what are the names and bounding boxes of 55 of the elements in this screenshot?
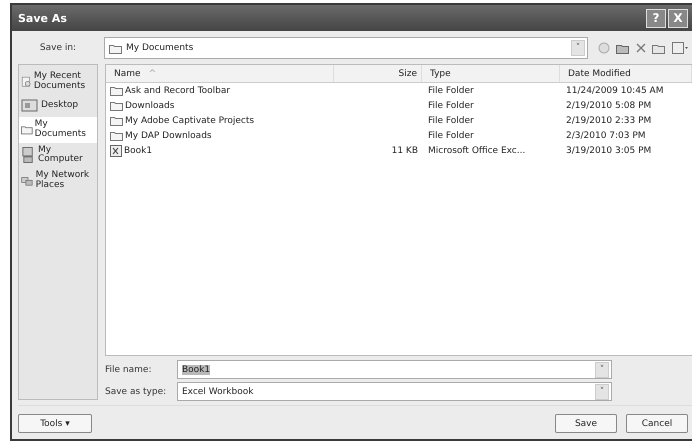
folder-icon (109, 42, 122, 54)
date-cell-text: 2/19/2010 2:33 PM (565, 116, 652, 126)
file-name-label: File name: (105, 364, 152, 374)
column-header[interactable]: Date Modified (560, 65, 692, 82)
folder-icon (21, 124, 33, 136)
views-icon[interactable] (672, 42, 688, 54)
help-button[interactable]: ? (646, 8, 666, 28)
places-item[interactable]: Desktop (19, 94, 97, 117)
size-cell-text: 11 KB (390, 146, 419, 156)
file-name-cell[interactable]: Downloads (106, 100, 334, 111)
places-item[interactable]: My Recent Documents (19, 69, 97, 95)
delete-icon[interactable] (636, 43, 646, 53)
save-as-type-label: Save as type: (105, 386, 168, 396)
file-name-cell[interactable]: My Adobe Captivate Projects (106, 115, 334, 126)
file-name-cell[interactable]: My DAP Downloads (106, 130, 334, 141)
folder-icon (110, 100, 123, 111)
type-cell-text: File Folder (427, 100, 475, 110)
places-item[interactable]: My Network Places (19, 168, 97, 194)
type-cell-text: File Folder (427, 130, 475, 140)
type-cell-text: File Folder (427, 116, 475, 126)
folder-icon (110, 130, 123, 141)
window-title: Save As (18, 12, 68, 24)
save-in-dropdown[interactable]: My Documents ˅ (104, 37, 588, 59)
dropdown-button[interactable]: ˅ (595, 384, 609, 400)
folder-icon (110, 115, 123, 126)
close-button[interactable]: X (668, 8, 688, 28)
cancel-button[interactable]: Cancel (626, 414, 688, 433)
file-name-cell[interactable]: Book1 (106, 144, 334, 156)
save-button[interactable]: Save (555, 414, 617, 433)
save-in-value: My Documents (126, 43, 194, 53)
file-name-cell[interactable]: Ask and Record Toolbar (106, 85, 334, 96)
save-in-label: Save in: (38, 43, 78, 53)
column-header[interactable]: Type (422, 65, 560, 82)
sort-arrow: ^ (148, 68, 156, 78)
up-folder-icon[interactable] (616, 42, 630, 54)
back-icon[interactable] (598, 42, 610, 54)
desktop-icon (21, 98, 39, 114)
places-item[interactable]: My Documents (19, 116, 97, 143)
type-cell-text: File Folder (427, 86, 475, 96)
dropdown-button[interactable]: ˅ (595, 362, 609, 378)
new-folder-icon[interactable] (652, 42, 666, 54)
spreadsheet-icon (110, 144, 122, 156)
tools-button[interactable]: Tools ▾ (18, 414, 92, 433)
column-header[interactable]: Name ^ (106, 65, 334, 82)
date-cell-text: 2/3/2010 7:03 PM (565, 130, 647, 140)
folder-icon (110, 85, 123, 96)
column-header[interactable]: Size (334, 65, 422, 82)
dropdown-button[interactable]: ˅ (571, 40, 585, 56)
date-cell-text: 3/19/2010 3:05 PM (565, 146, 652, 156)
date-cell-text: 2/19/2010 5:08 PM (565, 100, 652, 110)
type-cell-text: Microsoft Office Exc... (427, 146, 526, 156)
places-item[interactable]: My Computer (19, 142, 97, 168)
date-cell-text: 11/24/2009 10:45 AM (565, 86, 664, 96)
file-name-field[interactable]: Book1 ˅ (177, 360, 612, 379)
save-as-type-dropdown[interactable]: Excel Workbook ˅ (177, 382, 612, 401)
